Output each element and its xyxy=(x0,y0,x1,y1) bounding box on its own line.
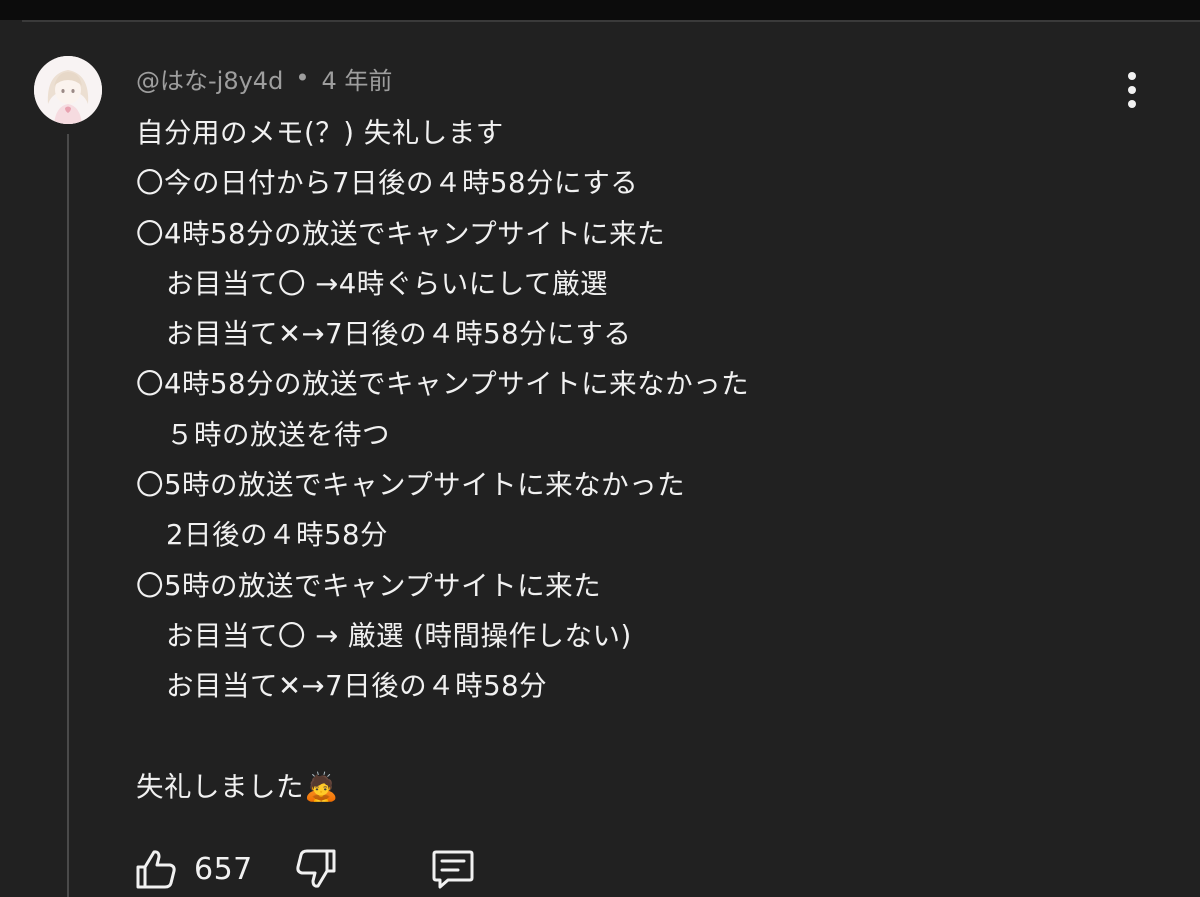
comment-line: 〇5時の放送でキャンプサイトに来なかった xyxy=(136,469,686,502)
menu-dot-icon xyxy=(1128,100,1136,108)
separator-dot: • xyxy=(295,64,310,92)
comment-timestamp[interactable]: 4 年前 xyxy=(321,61,392,96)
reply-button[interactable] xyxy=(428,843,478,895)
comment-line: 〇4時58分の放送でキャンプサイトに来なかった xyxy=(136,368,750,401)
menu-dot-icon xyxy=(1128,86,1136,94)
thread-line xyxy=(67,134,69,897)
comment-line: 〇今の日付から7日後の４時58分にする xyxy=(136,167,639,200)
divider xyxy=(22,20,1200,22)
comment-line: お目当て✕→7日後の４時58分 xyxy=(166,670,548,703)
avatar[interactable] xyxy=(34,56,102,124)
avatar-illustration xyxy=(34,56,102,124)
comment-line: 〇5時の放送でキャンプサイトに来た xyxy=(136,569,602,602)
comment-line: お目当て✕→7日後の４時58分にする xyxy=(166,318,632,351)
comment-icon xyxy=(432,850,474,889)
top-bar xyxy=(0,0,1200,20)
comment-line: 2日後の４時58分 xyxy=(166,519,388,552)
comment-actions: 657 xyxy=(132,843,532,895)
thumbs-down-icon xyxy=(296,849,336,888)
like-button[interactable]: 657 xyxy=(132,843,253,895)
comment-line: お目当て〇 →4時ぐらいにして厳選 xyxy=(166,267,608,300)
dislike-button[interactable] xyxy=(292,843,340,895)
comment-page: @はな-j8y4d • 4 年前 自分用のメモ(？) 失礼します 〇今の日付から… xyxy=(0,0,1200,897)
comment-line: お目当て〇 → 厳選 (時間操作しない) xyxy=(166,619,632,652)
comment-header: @はな-j8y4d • 4 年前 xyxy=(136,60,392,96)
menu-dot-icon xyxy=(1128,72,1136,80)
comment-line: 〇4時58分の放送でキャンプサイトに来た xyxy=(136,217,666,250)
like-count: 657 xyxy=(194,851,253,887)
comment-line: ５時の放送を待つ xyxy=(166,418,390,451)
more-options-button[interactable] xyxy=(1112,68,1152,112)
comment-line: 失礼しました🙇 xyxy=(136,770,339,803)
thumbs-up-icon xyxy=(136,850,176,889)
author-handle[interactable]: @はな-j8y4d xyxy=(136,61,283,96)
comment-text: 自分用のメモ(？) 失礼します 〇今の日付から7日後の４時58分にする 〇4時5… xyxy=(136,108,1166,812)
comment-line: 自分用のメモ(？) 失礼します xyxy=(136,117,504,149)
